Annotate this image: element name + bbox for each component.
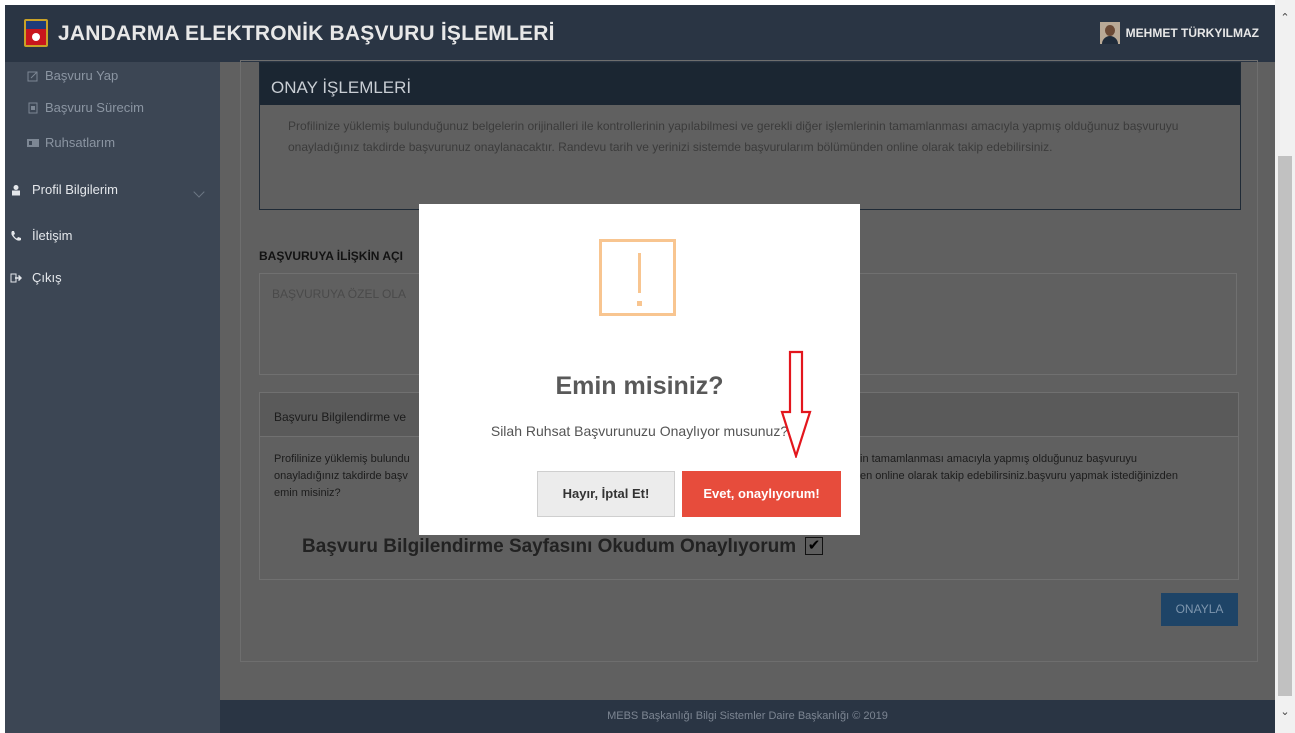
sidebar-item-cikis[interactable]: Çıkış [10,270,62,285]
warning-icon [599,239,676,316]
sidebar: Başvuru Yap Başvuru Sürecim Ruhsatlarım … [5,62,220,733]
sidebar-item-profil-bilgilerim[interactable]: Profil Bilgilerim [10,182,118,197]
onayla-button[interactable]: ONAYLA [1161,593,1238,626]
phone-icon [11,230,21,241]
bilgi-line-left: Profilinize yüklemiş bulundu [274,453,410,465]
sidebar-item-label: İletişim [32,228,73,243]
onay-description: Profilinize yüklemiş bulunduğunuz belgel… [288,119,1179,154]
aciklama-label: BAŞVURUYA İLİŞKİN AÇI [259,249,404,263]
user-name: MEHMET TÜRKYILMAZ [1125,26,1259,40]
onay-title: ONAY İŞLEMLERİ [260,63,1240,105]
scroll-up-icon[interactable]: ⌃ [1277,10,1293,26]
sidebar-item-iletisim[interactable]: İletişim [10,228,72,243]
user-icon [12,184,20,195]
sidebar-item-basvuru-yap[interactable]: Başvuru Yap [27,68,118,83]
sidebar-item-basvuru-surecim[interactable]: Başvuru Sürecim [27,100,144,115]
sidebar-item-label: Başvuru Sürecim [45,100,144,115]
page: JANDARMA ELEKTRONİK BAŞVURU İŞLEMLERİ ME… [0,0,1295,733]
scroll-thumb[interactable] [1278,156,1292,696]
bilgi-line-right: in tamamlanması amacıyla yapmış olduğunu… [860,453,1137,465]
edit-icon [27,71,38,81]
bilgi-line-left: onayladığınız takdirde başv [274,470,408,482]
sidebar-item-ruhsatlarim[interactable]: Ruhsatlarım [27,135,115,150]
chevron-down-icon [193,186,205,198]
id-card-icon [27,138,39,147]
annotation-arrow-icon [780,350,812,458]
okudum-label: Başvuru Bilgilendirme Sayfasını Okudum O… [302,536,797,557]
sign-out-icon [10,273,22,282]
bilgi-line-right: en online olarak takip edebilirsiniz.baş… [860,470,1178,482]
okudum-checkbox[interactable]: ✔ [805,537,823,555]
scrollbar[interactable]: ⌃ ⌄ [1275,0,1295,733]
onay-panel: ONAY İŞLEMLERİ Profilinize yüklemiş bulu… [259,62,1241,210]
confirm-button[interactable]: Evet, onaylıyorum! [682,471,841,517]
sidebar-item-label: Profil Bilgilerim [32,182,118,197]
scroll-down-icon[interactable]: ⌄ [1277,704,1293,720]
sidebar-item-label: Başvuru Yap [45,68,119,83]
avatar [1099,22,1120,44]
gendarmerie-logo [24,19,48,47]
user-menu[interactable]: MEHMET TÜRKYILMAZ [1099,22,1259,44]
bilgi-line-left: emin misiniz? [274,487,341,499]
cancel-button[interactable]: Hayır, İptal Et! [537,471,675,517]
sidebar-item-label: Ruhsatlarım [45,135,116,150]
app-title: JANDARMA ELEKTRONİK BAŞVURU İŞLEMLERİ [58,22,555,45]
footer: MEBS Başkanlığı Bilgi Sistemler Daire Ba… [220,700,1275,733]
top-bar: JANDARMA ELEKTRONİK BAŞVURU İŞLEMLERİ ME… [5,5,1275,62]
sidebar-item-label: Çıkış [32,270,62,285]
file-icon [28,102,38,113]
